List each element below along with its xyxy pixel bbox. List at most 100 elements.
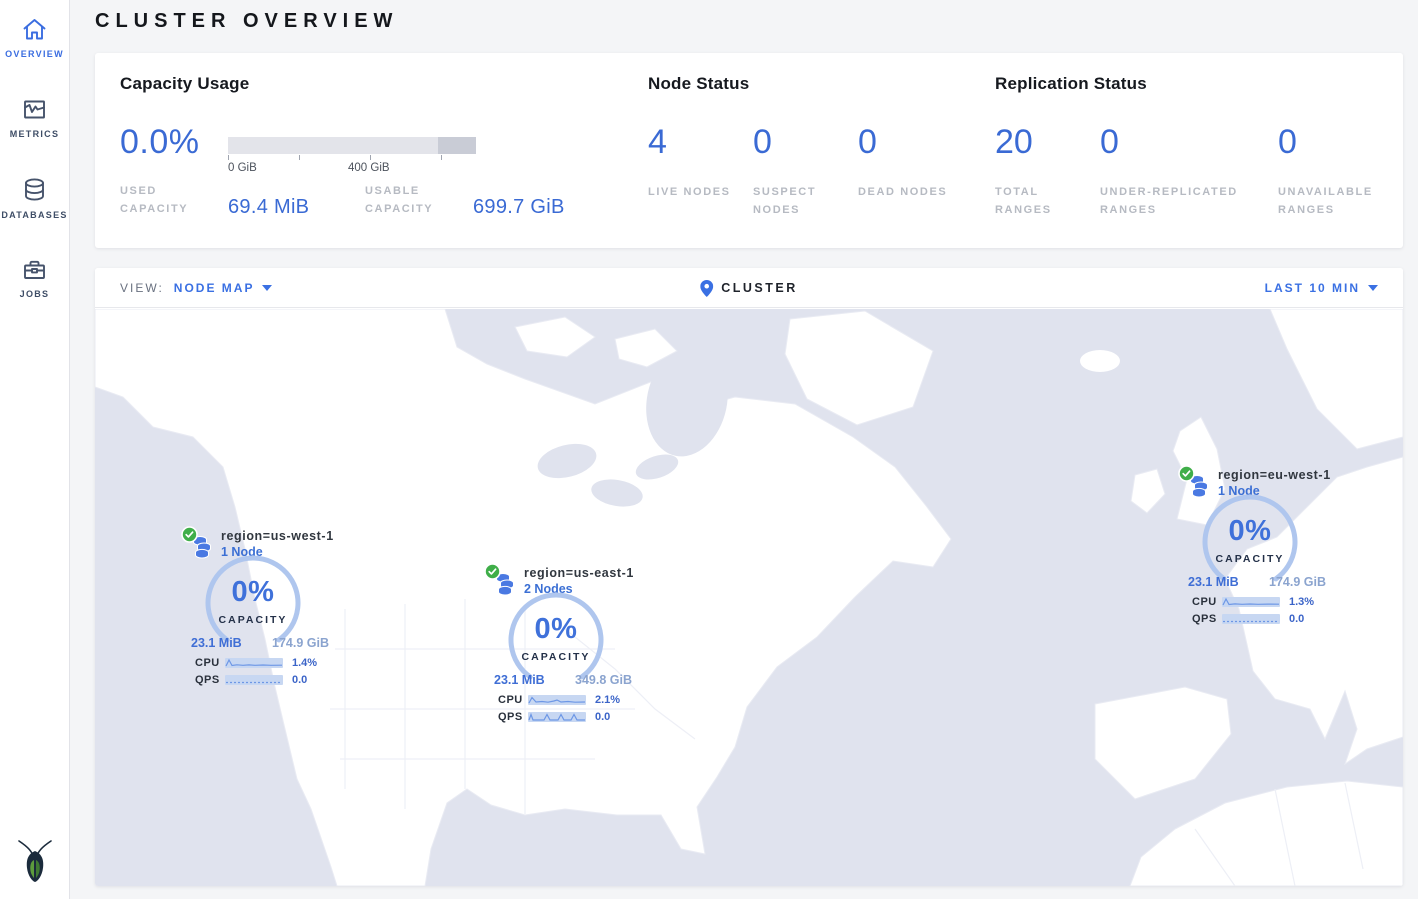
map-breadcrumb[interactable]: CLUSTER [700, 268, 798, 308]
capacity-tick-0: 0 GiB [228, 162, 257, 174]
suspect-nodes-stat: 0 SUSPECT NODES [753, 123, 858, 219]
capacity-gauge: 0% CAPACITY [1195, 494, 1305, 586]
live-nodes-stat: 4 LIVE NODES [648, 123, 753, 219]
replication-status-section: Replication Status 20 TOTAL RANGES 0 UND… [995, 53, 1395, 248]
capacity-usage-title: Capacity Usage [120, 74, 620, 94]
qps-label: QPS [195, 674, 225, 686]
qps-value: 0.0 [595, 711, 610, 723]
metrics-icon [21, 97, 48, 122]
qps-stat-row: QPS 0.0 [1192, 613, 1304, 625]
cpu-sparkline [1222, 597, 1280, 607]
view-dropdown[interactable]: VIEW: NODE MAP [120, 268, 272, 308]
region-label: region=us-east-1 [524, 566, 634, 580]
main-content: CLUSTER OVERVIEW Capacity Usage 0.0% 0 G… [71, 0, 1418, 899]
cpu-stat-row: CPU 1.3% [1192, 596, 1314, 608]
capacity-tick-400: 400 GiB [348, 162, 390, 174]
page-title: CLUSTER OVERVIEW [95, 10, 1418, 33]
region-label: region=us-west-1 [221, 529, 334, 543]
sidebar-item-overview[interactable]: OVERVIEW [0, 0, 70, 80]
capacity-usage-section: Capacity Usage 0.0% 0 GiB 400 GiB US [120, 53, 620, 248]
live-check-icon [1178, 465, 1195, 482]
sidebar-item-jobs[interactable]: JOBS [0, 240, 70, 320]
qps-stat-row: QPS 0.0 [195, 674, 307, 686]
cpu-sparkline [528, 695, 586, 705]
capacity-percent: 0.0% [120, 123, 200, 162]
used-capacity-label: USED CAPACITY [120, 183, 228, 219]
total-ranges-stat: 20 TOTAL RANGES [995, 123, 1100, 219]
capacity-used-value: 23.1 MiB [1188, 575, 1239, 589]
qps-sparkline [1222, 614, 1280, 624]
usable-capacity-label: USABLE CAPACITY [365, 183, 473, 219]
region-marker-us-east-1[interactable]: region=us-east-1 2 Nodes 0% CAPACITY 23.… [484, 563, 656, 733]
region-label: region=eu-west-1 [1218, 468, 1331, 482]
unavailable-ranges-label: UNAVAILABLE RANGES [1278, 184, 1388, 219]
live-check-icon [484, 563, 501, 580]
briefcase-icon [21, 257, 48, 282]
live-nodes-value: 4 [648, 123, 753, 162]
gauge-percent: 0% [198, 576, 308, 609]
database-icon [21, 177, 48, 203]
caret-down-icon [262, 285, 272, 291]
capacity-bar-reserved-segment [438, 137, 476, 154]
caret-down-icon [1368, 285, 1378, 291]
gauge-capacity-label: CAPACITY [198, 614, 308, 626]
dead-nodes-stat: 0 DEAD NODES [858, 123, 963, 219]
home-icon [21, 17, 48, 42]
view-label: VIEW: [120, 281, 164, 295]
sidebar-item-label: METRICS [0, 129, 70, 139]
region-marker-us-west-1[interactable]: region=us-west-1 1 Node 0% CAPACITY 23.1… [181, 526, 353, 696]
under-replicated-ranges-label: UNDER-REPLICATED RANGES [1100, 184, 1250, 219]
under-replicated-ranges-stat: 0 UNDER-REPLICATED RANGES [1100, 123, 1278, 219]
total-ranges-label: TOTAL RANGES [995, 184, 1090, 219]
under-replicated-ranges-value: 0 [1100, 123, 1278, 162]
cpu-label: CPU [498, 694, 528, 706]
capacity-gauge: 0% CAPACITY [501, 592, 611, 684]
sidebar-item-databases[interactable]: DATABASES [0, 160, 70, 240]
breadcrumb-label: CLUSTER [721, 281, 798, 295]
capacity-total-value: 174.9 GiB [272, 636, 329, 650]
unavailable-ranges-stat: 0 UNAVAILABLE RANGES [1278, 123, 1408, 219]
cpu-label: CPU [195, 657, 225, 669]
suspect-nodes-label: SUSPECT NODES [753, 184, 848, 219]
world-map: region=us-west-1 1 Node 0% CAPACITY 23.1… [95, 309, 1403, 886]
qps-value: 0.0 [1289, 613, 1304, 625]
qps-stat-row: QPS 0.0 [498, 711, 610, 723]
dead-nodes-label: DEAD NODES [858, 184, 953, 202]
time-range-dropdown[interactable]: LAST 10 MIN [1265, 268, 1378, 308]
sidebar: OVERVIEW METRICS DATABASES JOBS [0, 0, 70, 899]
capacity-gauge: 0% CAPACITY [198, 555, 308, 647]
usable-capacity-value: 699.7 GiB [473, 196, 565, 219]
sidebar-item-label: DATABASES [0, 210, 70, 220]
qps-label: QPS [1192, 613, 1222, 625]
cpu-value: 1.3% [1289, 596, 1314, 608]
replication-status-title: Replication Status [995, 74, 1395, 94]
gauge-percent: 0% [501, 613, 611, 646]
capacity-bar: 0 GiB 400 GiB [228, 137, 476, 176]
sidebar-item-metrics[interactable]: METRICS [0, 80, 70, 160]
live-check-icon [181, 526, 198, 543]
sidebar-item-label: OVERVIEW [0, 49, 70, 59]
cpu-stat-row: CPU 1.4% [195, 657, 317, 669]
cpu-value: 2.1% [595, 694, 620, 706]
sidebar-item-label: JOBS [0, 289, 70, 299]
cpu-stat-row: CPU 2.1% [498, 694, 620, 706]
node-map-panel: VIEW: NODE MAP CLUSTER LAST 10 MIN [95, 268, 1403, 886]
gauge-capacity-label: CAPACITY [501, 651, 611, 663]
capacity-used-value: 23.1 MiB [191, 636, 242, 650]
gauge-percent: 0% [1195, 515, 1305, 548]
total-ranges-value: 20 [995, 123, 1100, 162]
qps-label: QPS [498, 711, 528, 723]
capacity-total-value: 349.8 GiB [575, 673, 632, 687]
view-value: NODE MAP [174, 281, 255, 295]
cpu-sparkline [225, 658, 283, 668]
region-marker-eu-west-1[interactable]: region=eu-west-1 1 Node 0% CAPACITY 23.1… [1178, 465, 1350, 635]
cpu-label: CPU [1192, 596, 1222, 608]
pin-icon [700, 280, 713, 297]
node-status-section: Node Status 4 LIVE NODES 0 SUSPECT NODES… [648, 53, 978, 248]
used-capacity-value: 69.4 MiB [228, 196, 365, 219]
unavailable-ranges-value: 0 [1278, 123, 1408, 162]
cluster-summary-card: Capacity Usage 0.0% 0 GiB 400 GiB US [95, 53, 1403, 248]
cpu-value: 1.4% [292, 657, 317, 669]
capacity-total-value: 174.9 GiB [1269, 575, 1326, 589]
map-toolbar: VIEW: NODE MAP CLUSTER LAST 10 MIN [95, 268, 1403, 308]
